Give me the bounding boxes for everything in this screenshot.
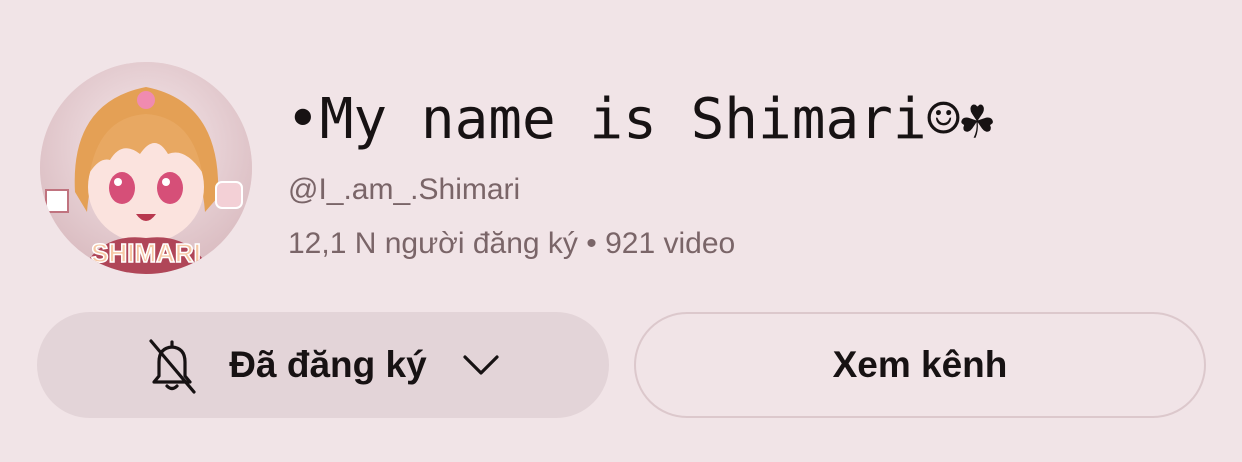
channel-name: •My name is Shimari☺☘ bbox=[286, 87, 995, 152]
subscribed-button[interactable]: Đã đăng ký bbox=[37, 312, 609, 418]
view-channel-label: Xem kênh bbox=[832, 344, 1008, 385]
channel-handle: @I_.am_.Shimari bbox=[288, 173, 521, 206]
channel-stats: 12,1 N người đăng ký • 921 video bbox=[288, 227, 736, 260]
avatar-name-text: SHIMARI bbox=[91, 238, 201, 268]
subscribed-label: Đã đăng ký bbox=[229, 344, 427, 385]
bell-off-icon bbox=[145, 336, 199, 394]
view-channel-button[interactable]: Xem kênh bbox=[634, 312, 1206, 418]
chevron-down-icon bbox=[461, 353, 501, 377]
channel-avatar[interactable]: SHIMARI bbox=[40, 62, 252, 274]
